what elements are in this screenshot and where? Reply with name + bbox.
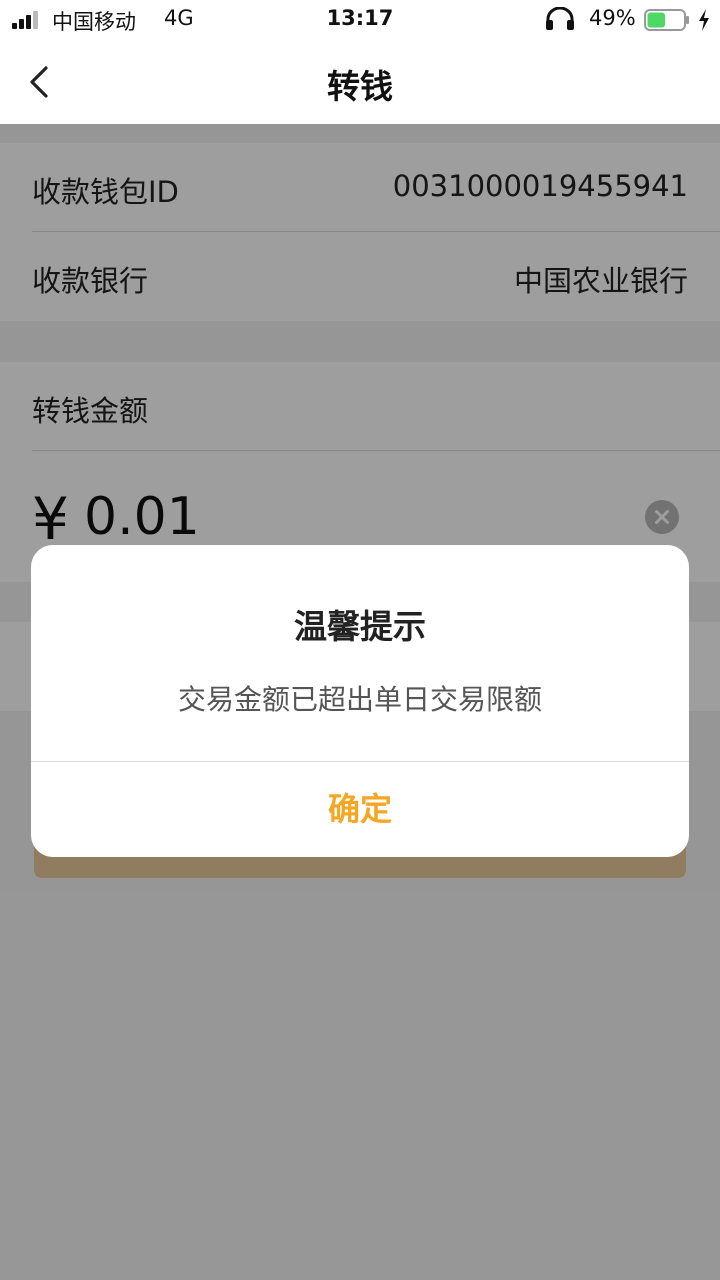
confirm-button[interactable]: 确定 (31, 762, 689, 857)
status-bar: 中国移动 4G 13:17 49% (0, 0, 720, 40)
charging-icon (699, 9, 709, 31)
dialog-title: 温馨提示 (294, 607, 426, 646)
headphone-icon (546, 7, 574, 30)
nav-bar: 转钱 (0, 40, 720, 124)
battery-icon (644, 9, 689, 31)
page-title: 转钱 (327, 67, 393, 106)
battery-percent: 49% (589, 6, 636, 30)
dialog-message: 交易金额已超出单日交易限额 (177, 683, 542, 716)
alert-dialog: 温馨提示 交易金额已超出单日交易限额 确定 (31, 545, 689, 857)
